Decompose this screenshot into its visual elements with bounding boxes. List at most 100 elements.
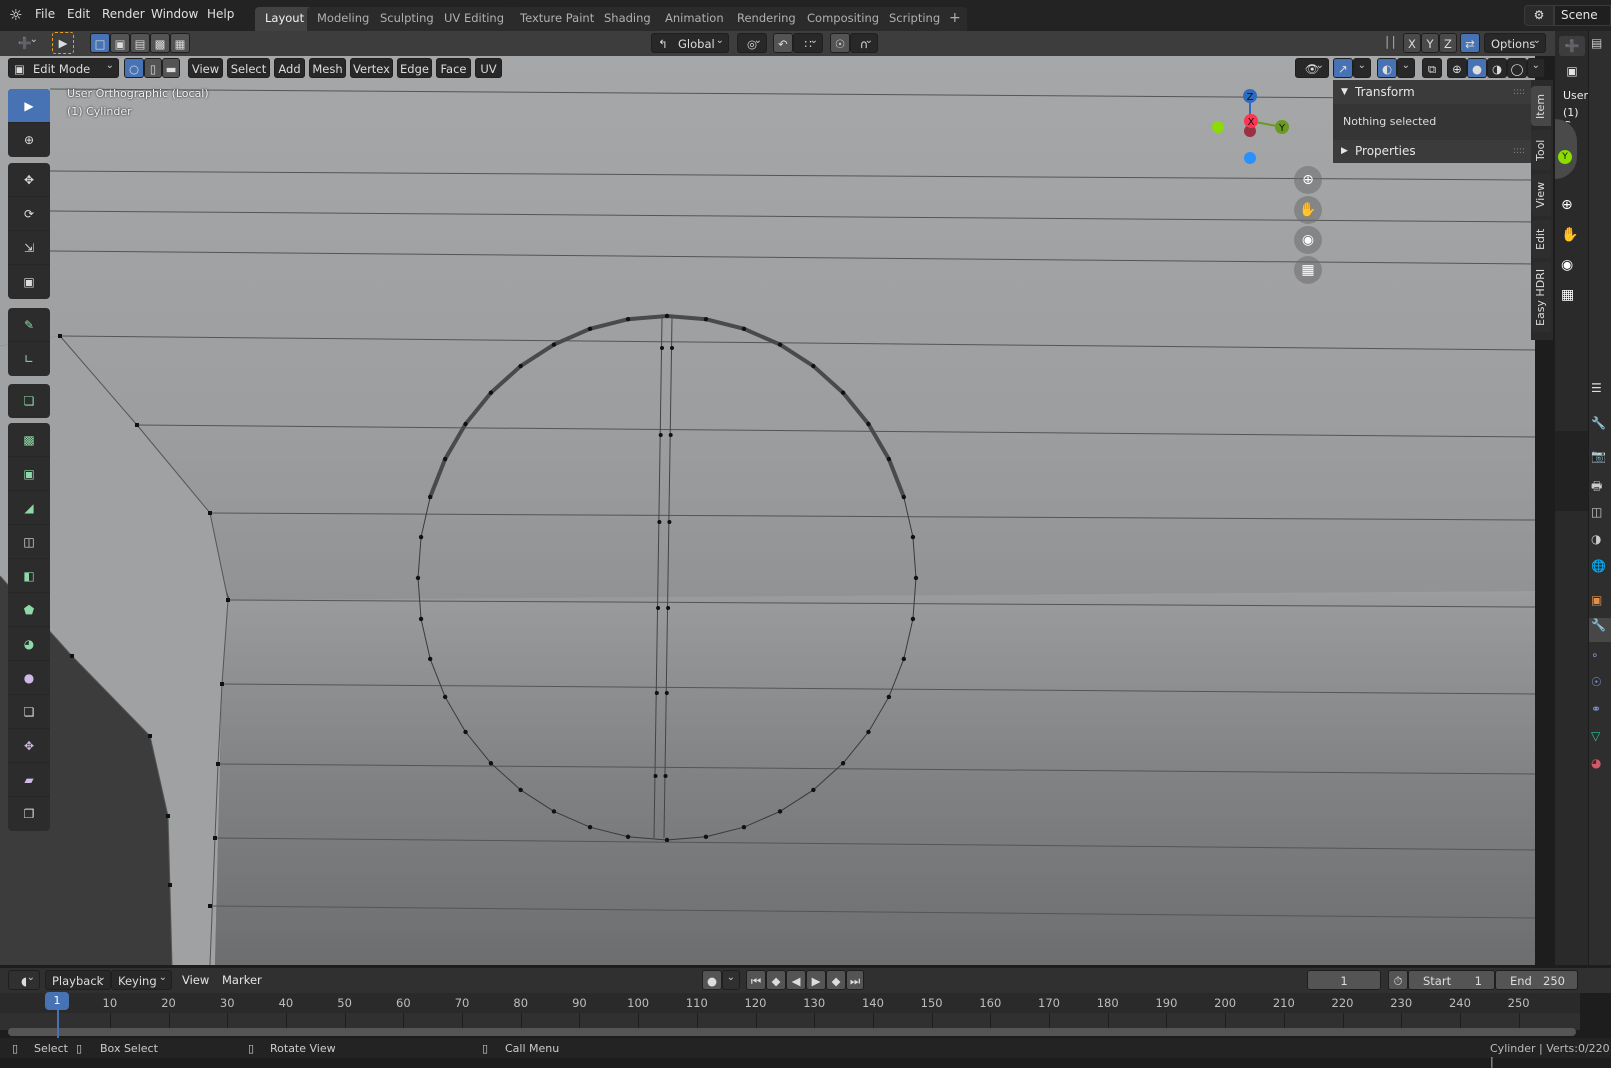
add-workspace-button[interactable]: + xyxy=(943,7,967,31)
shading-dropdown[interactable] xyxy=(1527,56,1545,78)
tool-properties-icon[interactable]: 🔧 xyxy=(1591,416,1606,430)
menu-view[interactable]: View xyxy=(188,58,223,78)
data-properties-icon[interactable]: ▽ xyxy=(1591,729,1600,743)
face-select-mode-icon[interactable]: ▬ xyxy=(162,58,180,78)
world-properties-icon[interactable]: 🌐 xyxy=(1591,559,1606,573)
shear-tool-icon[interactable]: ▰ xyxy=(8,763,50,797)
transform-panel-header[interactable]: ▼ Transform :::: xyxy=(1333,80,1533,104)
menu-file[interactable]: File xyxy=(35,7,55,21)
timeline-scrollbar[interactable] xyxy=(8,1028,1576,1036)
jump-to-end-icon[interactable]: ⏭ xyxy=(846,970,864,990)
menu-add[interactable]: Add xyxy=(274,58,305,78)
scene-selector-icon[interactable]: ⚙ xyxy=(1524,5,1554,26)
rotate-tool-icon[interactable]: ⟳ xyxy=(8,197,50,231)
secondary-viewport[interactable]: ➕ ▣ User (1) C Y ⊕ ✋ ◉ ▦ xyxy=(1555,31,1588,965)
navigation-gizmo[interactable]: Z Y X xyxy=(1210,84,1300,164)
measure-tool-icon[interactable]: ∟ xyxy=(8,342,50,376)
rip-region-tool-icon[interactable]: ❐ xyxy=(8,797,50,831)
menu-vertex[interactable]: Vertex xyxy=(350,58,393,78)
mode-intersect-selection-button[interactable]: ▦ xyxy=(170,33,190,53)
tab-animation[interactable]: Animation xyxy=(655,7,734,31)
pan-view-hand-icon[interactable]: ✋ xyxy=(1294,196,1322,224)
knife-tool-icon[interactable]: ◧ xyxy=(8,559,50,593)
zoom-view-icon[interactable]: ⊕ xyxy=(1294,166,1322,194)
spin-tool-icon[interactable]: ◕ xyxy=(8,627,50,661)
proportional-edit-icon[interactable]: ☉ xyxy=(830,33,850,53)
drag-handle-icon[interactable]: :::: xyxy=(1513,140,1525,163)
add-cube-tool-icon[interactable]: ❏ xyxy=(8,384,50,418)
start-frame-field[interactable]: Start 1 xyxy=(1408,970,1495,990)
physics-properties-icon[interactable]: ☉ xyxy=(1591,675,1602,689)
cursor-tool-icon[interactable]: ⊕ xyxy=(8,123,50,157)
menu-render[interactable]: Render xyxy=(102,7,145,21)
shrink-fatten-tool-icon[interactable]: ✥ xyxy=(8,729,50,763)
mode-subtract-selection-button[interactable]: ▤ xyxy=(130,33,150,53)
select-tool-icon[interactable]: ▶ xyxy=(52,32,74,54)
particles-properties-icon[interactable]: ∘ xyxy=(1591,648,1599,662)
tab-shading[interactable]: Shading xyxy=(594,7,661,31)
select-box-tool-icon[interactable]: ▶ xyxy=(8,89,50,123)
mirror-y-toggle[interactable]: Y xyxy=(1421,33,1439,53)
scene-name-field[interactable]: Scene xyxy=(1554,5,1611,26)
scale-tool-icon[interactable]: ⇲ xyxy=(8,231,50,265)
rendered-shading-icon[interactable]: ◯ xyxy=(1507,58,1527,78)
jump-to-start-icon[interactable]: ⏮ xyxy=(746,970,766,990)
secondary-gizmo-y-axis[interactable]: Y xyxy=(1558,150,1572,164)
render-properties-icon[interactable]: 📷 xyxy=(1591,449,1606,463)
pivot-point-dropdown[interactable]: ◎ xyxy=(737,31,767,53)
play-icon[interactable]: ▶ xyxy=(806,970,826,990)
mode-invert-selection-button[interactable]: ▩ xyxy=(150,33,170,53)
output-properties-icon[interactable]: 🖶 xyxy=(1591,477,1602,498)
edge-select-mode-icon[interactable]: ▯ xyxy=(144,58,162,78)
secondary-zoom-icon[interactable]: ⊕ xyxy=(1561,197,1573,213)
mode-new-selection-button[interactable]: □ xyxy=(90,33,110,53)
secondary-grid-icon[interactable]: ▦ xyxy=(1561,287,1574,303)
sidebar-tab-edit[interactable]: Edit xyxy=(1531,220,1551,258)
modifier-properties-icon[interactable]: 🔧 xyxy=(1589,618,1611,642)
tab-modeling[interactable]: Modeling xyxy=(307,7,380,31)
mirror-z-toggle[interactable]: Z xyxy=(1439,33,1457,53)
timeline-editor-type-icon[interactable]: ◖ xyxy=(8,968,40,990)
frame-cursor[interactable]: 1 xyxy=(45,992,69,1010)
menu-mesh[interactable]: Mesh xyxy=(309,58,346,78)
tab-sculpting[interactable]: Sculpting xyxy=(370,7,444,31)
outliner-icon[interactable]: ▤ xyxy=(1591,36,1602,50)
sidebar-tab-easy-hdri[interactable]: Easy HDRI xyxy=(1531,262,1551,332)
tab-layout[interactable]: Layout xyxy=(255,7,315,31)
blender-logo-icon[interactable]: ☼ xyxy=(9,6,22,24)
scene-properties-icon[interactable]: ◑ xyxy=(1591,532,1601,546)
secondary-camera-icon[interactable]: ◉ xyxy=(1561,257,1573,273)
tab-uv-editing[interactable]: UV Editing xyxy=(434,7,514,31)
secondary-pan-icon[interactable]: ✋ xyxy=(1561,227,1578,243)
end-frame-field[interactable]: End 250 xyxy=(1495,970,1578,990)
jump-next-keyframe-icon[interactable]: ◆ xyxy=(826,970,846,990)
tab-scripting[interactable]: Scripting xyxy=(879,7,951,31)
visibility-dropdown-icon[interactable]: 👁 xyxy=(1295,56,1329,78)
loop-cut-tool-icon[interactable]: ◫ xyxy=(8,525,50,559)
auto-keying-record-icon[interactable]: ● xyxy=(702,970,722,990)
gizmo-dropdown[interactable] xyxy=(1353,56,1371,78)
sidebar-tab-tool[interactable]: Tool xyxy=(1531,130,1551,170)
menu-edge[interactable]: Edge xyxy=(397,58,432,78)
solid-shading-icon[interactable]: ● xyxy=(1467,58,1487,78)
poly-build-tool-icon[interactable]: ⬟ xyxy=(8,593,50,627)
mode-extend-selection-button[interactable]: ▣ xyxy=(110,33,130,53)
snap-toggle-icon[interactable]: ↶ xyxy=(773,33,793,53)
play-reverse-icon[interactable]: ◀ xyxy=(786,970,806,990)
timeline-marker-menu[interactable]: Marker xyxy=(222,973,262,987)
tab-texture-paint[interactable]: Texture Paint xyxy=(510,7,605,31)
sidebar-tab-item[interactable]: Item xyxy=(1531,86,1551,126)
jump-prev-keyframe-icon[interactable]: ◆ xyxy=(766,970,786,990)
auto-merge-toggle-icon[interactable]: ⇄ xyxy=(1460,33,1480,53)
overlays-dropdown[interactable] xyxy=(1397,56,1415,78)
edge-slide-tool-icon[interactable]: ❏ xyxy=(8,695,50,729)
3d-viewport[interactable]: User Orthographic (Local) (1) Cylinder Z… xyxy=(0,56,1535,965)
tab-compositing[interactable]: Compositing xyxy=(797,7,890,31)
vertex-select-mode-icon[interactable]: ○ xyxy=(124,58,144,78)
view-layer-properties-icon[interactable]: ◫ xyxy=(1591,505,1602,519)
properties-toggle-icon[interactable]: ☰ xyxy=(1591,381,1602,395)
inset-faces-tool-icon[interactable]: ▣ xyxy=(8,457,50,491)
snap-target-dropdown[interactable]: ∷ xyxy=(793,31,823,53)
tab-rendering[interactable]: Rendering xyxy=(727,7,806,31)
playback-menu[interactable]: Playback xyxy=(45,968,111,990)
